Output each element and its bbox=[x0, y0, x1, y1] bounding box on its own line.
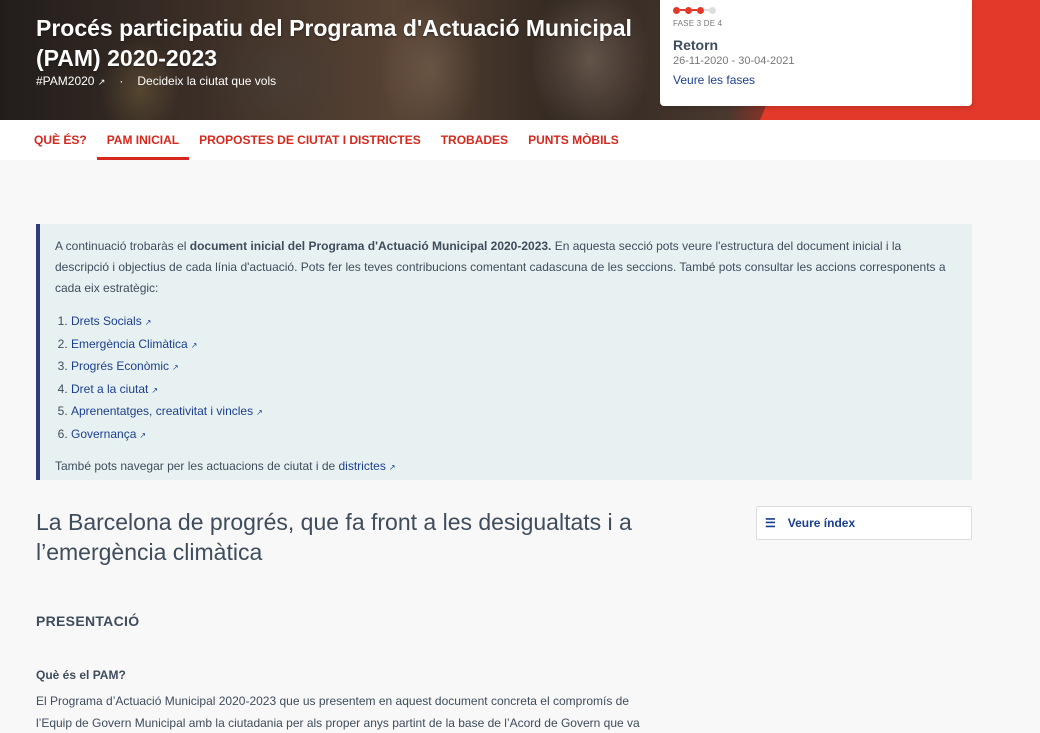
external-link-icon: ↗ bbox=[144, 318, 152, 327]
tab-pam-inicial[interactable]: PAM INICIAL bbox=[96, 120, 190, 160]
axis-label: Dret a la ciutat bbox=[71, 381, 149, 396]
view-index-label: Veure índex bbox=[787, 516, 856, 530]
phase-dot-4 bbox=[709, 6, 716, 14]
phase-dot-2 bbox=[685, 6, 692, 14]
subheading: Què és el PAM? bbox=[36, 668, 126, 682]
hero-subline: #PAM2020 ↗ · Decideix la ciutat que vols bbox=[36, 74, 276, 88]
body-paragraph: El Programa d’Actuació Municipal 2020-20… bbox=[36, 694, 640, 730]
external-link-icon: ↗ bbox=[388, 463, 396, 472]
phase-progress bbox=[673, 6, 959, 14]
phase-step-label: FASE 3 DE 4 bbox=[673, 19, 723, 28]
axis-label: Drets Socials bbox=[71, 314, 142, 328]
axes-list: Drets Socials↗ Emergència Climàtica↗ Pro… bbox=[71, 311, 956, 446]
districts-label: districtes bbox=[338, 459, 386, 473]
phase-name: Retorn bbox=[673, 37, 719, 53]
list-item: Aprenentatges, creativitat i vincles↗ bbox=[71, 401, 956, 424]
external-link-icon: ↗ bbox=[172, 363, 179, 372]
axis-link-drets-socials[interactable]: Drets Socials ↗ bbox=[71, 314, 151, 328]
phase-dates: 26-11-2020 - 30-04-2021 bbox=[673, 55, 795, 67]
list-item: Governança↗ bbox=[71, 424, 956, 447]
axis-label: Governança bbox=[71, 426, 137, 441]
phase-dot-3 bbox=[697, 6, 704, 14]
view-phases-link[interactable]: Veure les fases bbox=[673, 73, 959, 87]
hashtag-label: #PAM2020 bbox=[36, 74, 95, 88]
separator-dot: · bbox=[119, 74, 124, 88]
external-link-icon: ↗ bbox=[97, 77, 106, 87]
hashtag-link[interactable]: #PAM2020 ↗ bbox=[36, 74, 105, 88]
list-item: Progrés Econòmic↗ bbox=[71, 356, 956, 379]
tab-punts-mobils[interactable]: PUNTS MÒBILS bbox=[518, 120, 629, 160]
intro-callout: A continuació trobaràs el document inici… bbox=[36, 224, 972, 480]
intro-paragraph: A continuació trobaràs el document inici… bbox=[55, 236, 956, 299]
tab-que-es[interactable]: QUÈ ÉS? bbox=[24, 120, 97, 160]
section-heading: PRESENTACIÓ bbox=[36, 613, 140, 629]
view-index-button[interactable]: ☰ Veure índex bbox=[756, 506, 972, 540]
list-item: Emergència Climàtica↗ bbox=[71, 334, 956, 357]
tab-propostes[interactable]: PROPOSTES DE CIUTAT I DISTRICTES bbox=[189, 120, 431, 160]
external-link-icon: ↗ bbox=[151, 385, 159, 395]
districts-link[interactable]: districtes ↗ bbox=[339, 459, 396, 473]
list-icon: ☰ bbox=[765, 516, 776, 530]
external-link-icon: ↗ bbox=[190, 340, 198, 350]
axis-link-emergencia[interactable]: Emergència Climàtica ↗ bbox=[71, 337, 197, 351]
axis-link-progres[interactable]: Progrés Econòmic ↗ bbox=[71, 359, 179, 373]
axis-label: Aprenentatges, creativitat i vincles bbox=[71, 404, 254, 418]
districts-paragraph: També pots navegar per les actuacions de… bbox=[55, 456, 956, 478]
intro-text: A continuació trobaràs el bbox=[55, 239, 190, 253]
axis-label: Emergència Climàtica bbox=[71, 336, 188, 351]
phase-dot-1 bbox=[673, 6, 680, 14]
axis-label: Progrés Econòmic bbox=[71, 359, 170, 373]
process-nav: QUÈ ÉS? PAM INICIAL PROPOSTES DE CIUTAT … bbox=[0, 120, 1040, 160]
list-item: Dret a la ciutat↗ bbox=[71, 379, 956, 402]
phase-card: FASE 3 DE 4 Retorn 26-11-2020 - 30-04-20… bbox=[660, 0, 972, 106]
page-title: La Barcelona de progrés, que fa front a … bbox=[36, 509, 632, 565]
intro-bold: document inicial del Programa d'Actuació… bbox=[189, 239, 552, 253]
axis-link-dret-ciutat[interactable]: Dret a la ciutat ↗ bbox=[71, 382, 158, 396]
external-link-icon: ↗ bbox=[256, 408, 263, 417]
external-link-icon: ↗ bbox=[139, 430, 147, 440]
list-item: Drets Socials↗ bbox=[71, 311, 956, 334]
axis-link-aprenentatges[interactable]: Aprenentatges, creativitat i vincles ↗ bbox=[71, 404, 263, 418]
tab-trobades[interactable]: TROBADES bbox=[431, 120, 518, 160]
slogan: Decideix la ciutat que vols bbox=[137, 74, 277, 88]
districts-text: També pots navegar per les actuacions de… bbox=[55, 459, 339, 473]
process-title: Procés participatiu del Programa d'Actua… bbox=[36, 15, 632, 71]
axis-link-governanca[interactable]: Governança ↗ bbox=[71, 427, 146, 441]
